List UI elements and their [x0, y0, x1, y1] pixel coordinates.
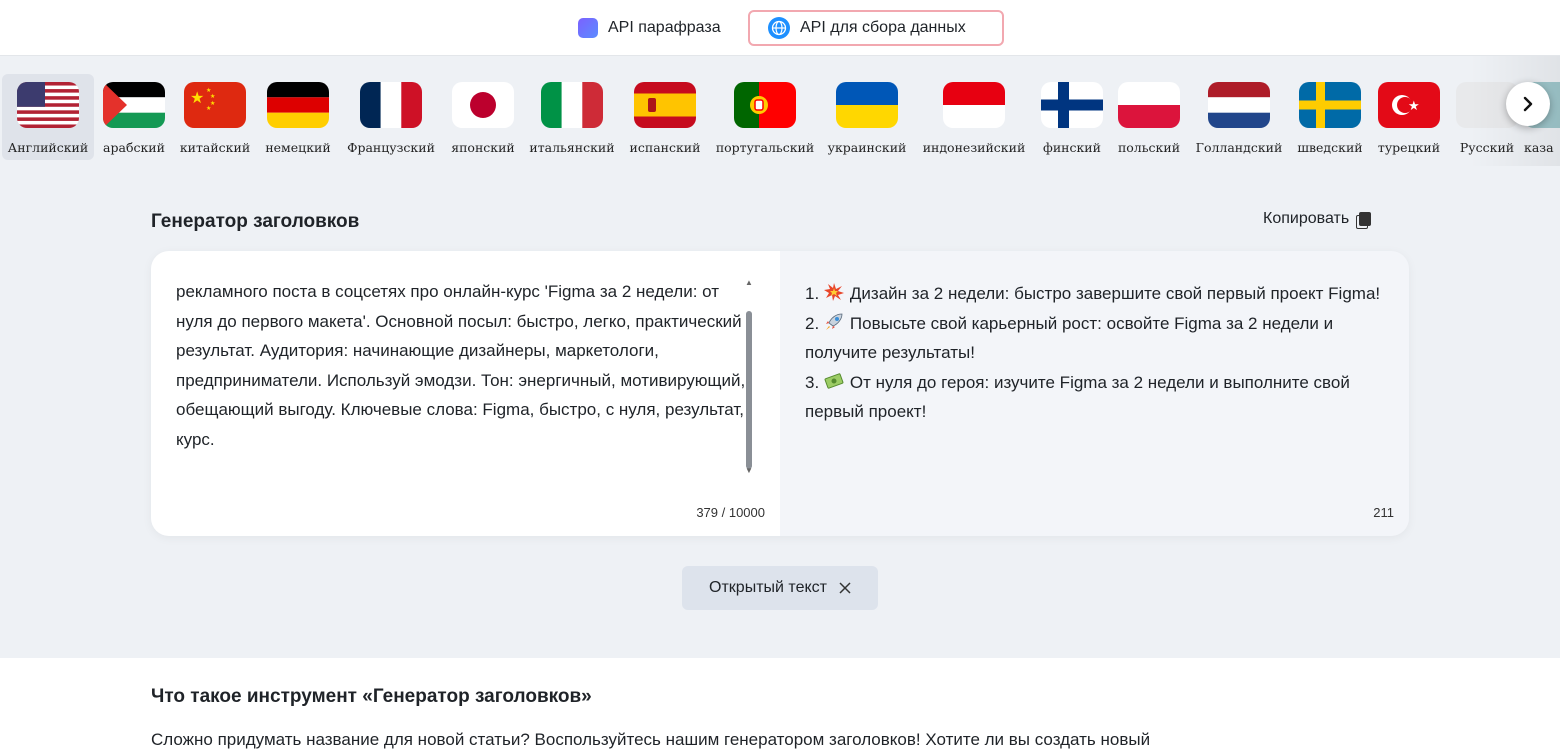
- output-line: 3. От нуля до героя: изучите Figma за 2 …: [805, 368, 1395, 427]
- language-swedish[interactable]: шведский: [1294, 74, 1366, 160]
- language-turkish[interactable]: ★ турецкий: [1374, 74, 1444, 160]
- poland-flag-icon: [1118, 82, 1180, 128]
- language-label: арабский: [103, 140, 165, 155]
- collision-emoji-icon: [823, 283, 844, 301]
- data-api-button[interactable]: API для сбора данных: [748, 10, 1004, 46]
- paraphrase-api-label: API парафраза: [608, 19, 721, 36]
- language-english[interactable]: Английский: [2, 74, 94, 160]
- finland-flag-icon: [1041, 82, 1103, 128]
- language-polish[interactable]: польский: [1114, 74, 1184, 160]
- output-line: 1. Дизайн за 2 недели: быстро завершите …: [805, 279, 1395, 309]
- language-label: индонезийский: [922, 140, 1026, 155]
- sweden-flag-icon: [1299, 82, 1361, 128]
- language-arabic[interactable]: арабский: [99, 74, 169, 160]
- output-title: От нуля до героя: изучите Figma за 2 нед…: [805, 372, 1350, 422]
- generator-panel: рекламного поста в соцсетях про онлайн-к…: [151, 251, 1409, 536]
- language-label: итальянский: [529, 140, 615, 155]
- svg-text:★: ★: [1408, 98, 1420, 113]
- scroll-down-arrow-icon[interactable]: ▼: [745, 467, 753, 475]
- language-label: шведский: [1297, 140, 1363, 155]
- open-text-button[interactable]: Открытый текст: [682, 566, 878, 610]
- paraphrase-api-icon: [578, 18, 598, 38]
- language-label: польский: [1117, 140, 1181, 155]
- language-dutch[interactable]: Голландский: [1193, 74, 1285, 160]
- language-label: испанский: [629, 140, 701, 155]
- close-icon[interactable]: [839, 582, 851, 594]
- palestine-flag-icon: [103, 82, 165, 128]
- output-area: 1. Дизайн за 2 недели: быстро завершите …: [780, 251, 1409, 536]
- portugal-flag-icon: [734, 82, 796, 128]
- language-ukrainian[interactable]: украинский: [826, 74, 908, 160]
- output-title: Повысьте свой карьерный рост: освойте Fi…: [805, 313, 1334, 363]
- language-label: китайский: [179, 140, 251, 155]
- paraphrase-api-button[interactable]: API парафраза: [560, 10, 745, 46]
- italy-flag-icon: [541, 82, 603, 128]
- language-label: финский: [1043, 140, 1101, 155]
- japan-flag-icon: [452, 82, 514, 128]
- language-portuguese[interactable]: португальский: [713, 74, 817, 160]
- language-label: немецкий: [265, 140, 331, 155]
- france-flag-icon: [360, 82, 422, 128]
- germany-flag-icon: [267, 82, 329, 128]
- turkey-flag-icon: ★: [1378, 82, 1440, 128]
- output-number: 2.: [805, 313, 820, 333]
- svg-text:★: ★: [206, 87, 211, 94]
- chevron-right-icon: [1523, 96, 1533, 112]
- language-chinese[interactable]: ★ ★ ★ ★ ★ китайский: [179, 74, 251, 160]
- language-label: Английский: [7, 140, 89, 155]
- about-section: Что такое инструмент «Генератор заголовк…: [0, 658, 1560, 749]
- language-label: Голландский: [1195, 140, 1283, 155]
- language-label: украинский: [827, 140, 907, 155]
- tool-title: Генератор заголовков: [151, 211, 360, 232]
- language-label: каза: [1524, 140, 1554, 155]
- input-textarea[interactable]: рекламного поста в соцсетях про онлайн-к…: [176, 277, 746, 454]
- copy-button[interactable]: Копировать: [1263, 210, 1372, 228]
- language-german[interactable]: немецкий: [262, 74, 334, 160]
- money-emoji-icon: [824, 372, 844, 389]
- about-text: Сложно придумать название для новой стат…: [151, 730, 1151, 749]
- language-label: Французский: [347, 140, 435, 155]
- input-area[interactable]: рекламного поста в соцсетях про онлайн-к…: [151, 251, 780, 536]
- data-api-label: API для сбора данных: [800, 19, 966, 36]
- open-text-label: Открытый текст: [709, 579, 827, 596]
- output-number: 1.: [805, 284, 820, 303]
- globe-icon: [768, 17, 790, 39]
- language-spanish[interactable]: испанский: [627, 74, 703, 160]
- language-label: турецкий: [1377, 140, 1441, 155]
- ukraine-flag-icon: [836, 82, 898, 128]
- language-japanese[interactable]: японский: [447, 74, 519, 160]
- language-finnish[interactable]: финский: [1039, 74, 1105, 160]
- language-label: японский: [451, 140, 515, 155]
- spain-flag-icon: [634, 82, 696, 128]
- language-selector: Английский арабский ★ ★ ★ ★ ★ китайский неме…: [0, 66, 1560, 166]
- output-text: 1. Дизайн за 2 недели: быстро завершите …: [805, 279, 1395, 427]
- output-line: 2. Повысьте свой карьерный рост: освойте…: [805, 309, 1395, 368]
- svg-text:★: ★: [190, 90, 204, 107]
- top-bar: API парафраза API для сбора данных: [0, 0, 1560, 56]
- svg-text:★: ★: [210, 93, 215, 100]
- netherlands-flag-icon: [1208, 82, 1270, 128]
- output-title: Дизайн за 2 недели: быстро завершите сво…: [849, 284, 1381, 303]
- language-indonesian[interactable]: индонезийский: [920, 74, 1028, 160]
- copy-icon: [1359, 212, 1372, 226]
- language-label: Русский: [1459, 140, 1515, 155]
- copy-label: Копировать: [1263, 210, 1350, 227]
- language-italian[interactable]: итальянский: [527, 74, 617, 160]
- output-number: 3.: [805, 372, 820, 392]
- rocket-emoji-icon: [825, 313, 843, 330]
- language-french[interactable]: Французский: [345, 74, 437, 160]
- about-title: Что такое инструмент «Генератор заголовк…: [151, 686, 592, 707]
- svg-text:★: ★: [206, 105, 211, 112]
- input-scrollbar[interactable]: ▲ ▼: [745, 279, 753, 475]
- indonesia-flag-icon: [943, 82, 1005, 128]
- scroll-up-arrow-icon[interactable]: ▲: [745, 279, 753, 287]
- language-label: португальский: [715, 140, 815, 155]
- output-char-counter: 211: [1373, 505, 1394, 520]
- input-char-counter: 379 / 10000: [696, 505, 765, 520]
- china-flag-icon: ★ ★ ★ ★ ★: [184, 82, 246, 128]
- next-languages-button[interactable]: [1506, 82, 1550, 126]
- scrollbar-thumb[interactable]: [746, 311, 752, 469]
- us-flag-icon: [17, 82, 79, 128]
